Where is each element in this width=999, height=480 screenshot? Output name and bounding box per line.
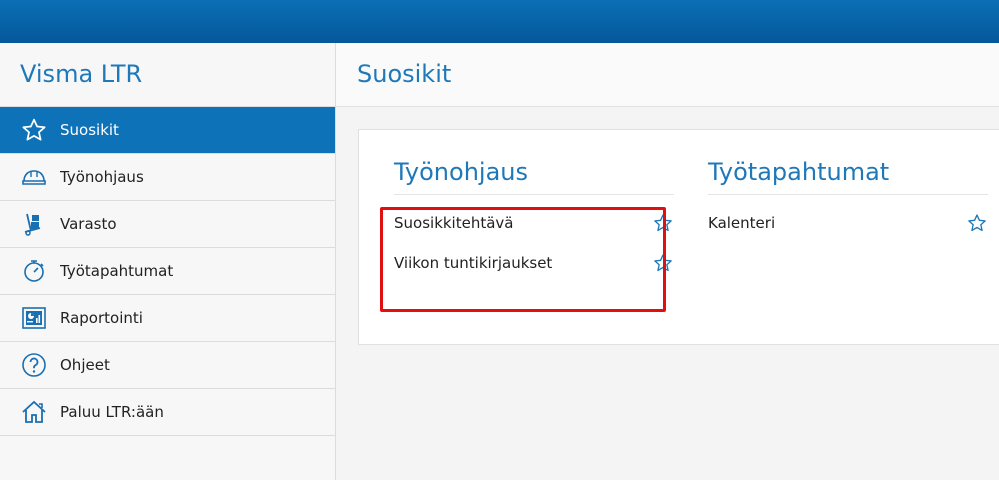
sidebar-item-label: Raportointi [60, 309, 143, 327]
section-tyotapahtumat: Työtapahtumat Kalenteri [708, 158, 988, 243]
sidebar-nav: Suosikit Työnohjaus Varasto Työtapahtuma… [0, 106, 335, 436]
sidebar-item-ohjeet[interactable]: Ohjeet [0, 342, 335, 389]
sidebar-item-label: Suosikit [60, 121, 119, 139]
sidebar: Visma LTR Suosikit Työnohjaus Varasto Ty… [0, 43, 336, 480]
star-icon [20, 116, 48, 144]
handtruck-icon [20, 210, 48, 238]
page-title: Suosikit [336, 43, 999, 107]
sidebar-item-suosikit[interactable]: Suosikit [0, 107, 335, 154]
report-icon [20, 304, 48, 332]
app-title: Visma LTR [20, 60, 143, 88]
section-title: Työtapahtumat [708, 158, 988, 195]
sidebar-item-raportointi[interactable]: Raportointi [0, 295, 335, 342]
top-bar [0, 0, 999, 43]
hardhat-icon [20, 163, 48, 191]
sidebar-item-varasto[interactable]: Varasto [0, 201, 335, 248]
sidebar-item-label: Ohjeet [60, 356, 110, 374]
favorite-item[interactable]: Kalenteri [708, 203, 988, 243]
section-title: Työnohjaus [394, 158, 674, 195]
sidebar-item-tyotapahtumat[interactable]: Työtapahtumat [0, 248, 335, 295]
star-icon[interactable] [966, 212, 988, 234]
favorite-item-label[interactable]: Kalenteri [708, 214, 775, 232]
sidebar-item-paluu-ltr[interactable]: Paluu LTR:ään [0, 389, 335, 436]
sidebar-item-label: Työnohjaus [60, 168, 144, 186]
sidebar-item-label: Työtapahtumat [60, 262, 174, 280]
highlight-annotation [380, 207, 666, 312]
help-icon [20, 351, 48, 379]
stopwatch-icon [20, 257, 48, 285]
home-icon [20, 398, 48, 426]
sidebar-item-label: Varasto [60, 215, 117, 233]
sidebar-item-label: Paluu LTR:ään [60, 403, 164, 421]
sidebar-item-tyonohjaus[interactable]: Työnohjaus [0, 154, 335, 201]
